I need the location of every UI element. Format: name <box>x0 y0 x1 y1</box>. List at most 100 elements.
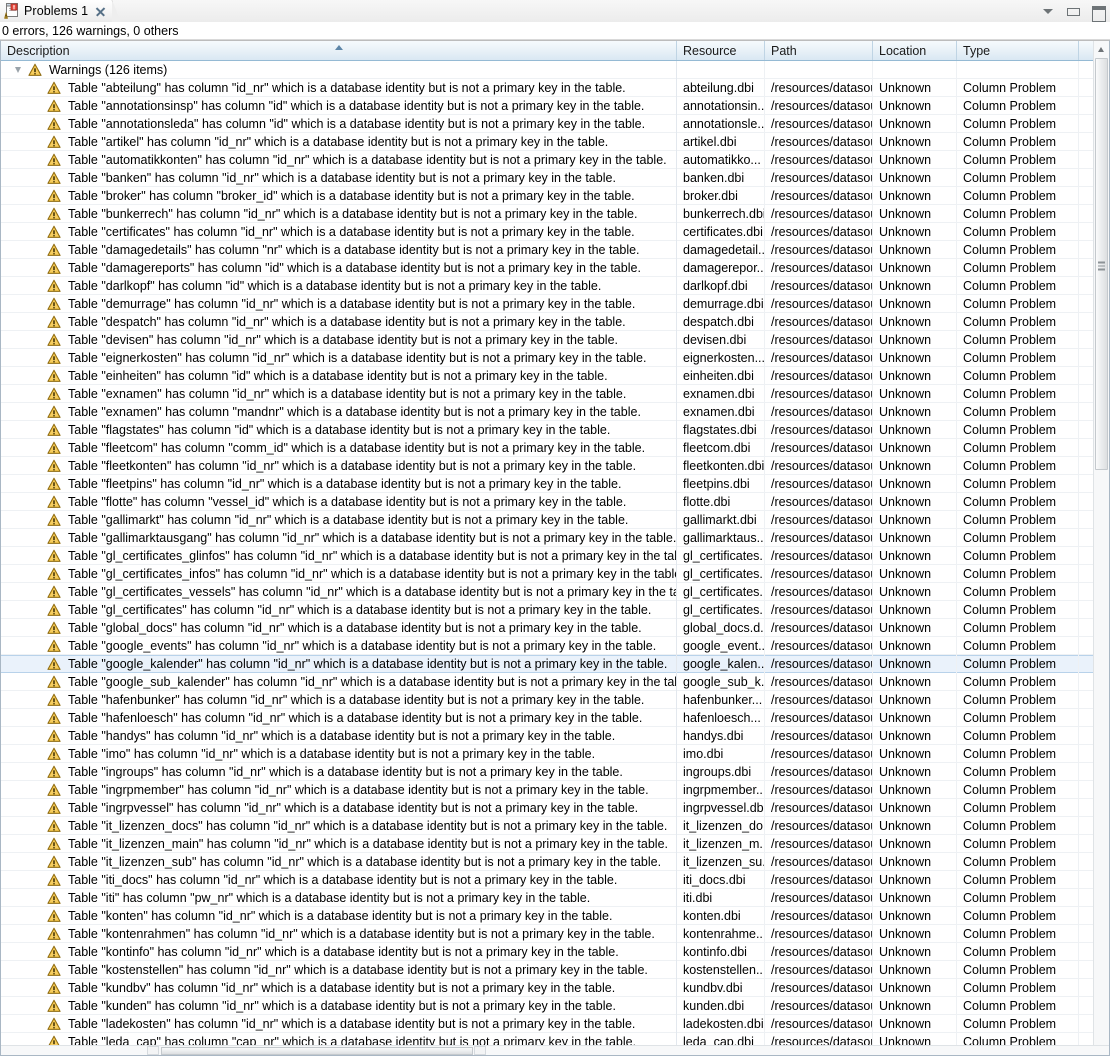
table-row[interactable]: Table "einheiten" has column "id" which … <box>1 366 1109 385</box>
table-row[interactable]: Table "damagedetails" has column "nr" wh… <box>1 240 1109 259</box>
warning-icon <box>47 783 61 797</box>
table-row[interactable]: Table "gl_certificates_infos" has column… <box>1 564 1109 583</box>
table-row[interactable]: Table "it_lizenzen_docs" has column "id_… <box>1 816 1109 835</box>
table-row[interactable]: Table "flotte" has column "vessel_id" wh… <box>1 492 1109 511</box>
cell-type: Column Problem <box>957 240 1079 259</box>
table-row[interactable]: Table "fleetkonten" has column "id_nr" w… <box>1 456 1109 475</box>
cell-description: Table "kostenstellen" has column "id_nr"… <box>1 960 677 979</box>
table-row[interactable]: Table "certificates" has column "id_nr" … <box>1 222 1109 241</box>
expand-collapse-triangle-icon[interactable] <box>15 66 21 73</box>
cell-type: Column Problem <box>957 366 1079 385</box>
cell-resource: eignerkosten.... <box>677 348 765 367</box>
table-row[interactable]: Table "gl_certificates_vessels" has colu… <box>1 582 1109 601</box>
table-row[interactable]: Table "damagereports" has column "id" wh… <box>1 258 1109 277</box>
table-row[interactable]: Table "annotationsleda" has column "id" … <box>1 114 1109 133</box>
table-row[interactable]: Table "gallimarkt" has column "id_nr" wh… <box>1 510 1109 529</box>
column-header-path[interactable]: Path <box>765 41 873 60</box>
group-type-cell <box>957 61 1079 79</box>
table-row[interactable]: Table "devisen" has column "id_nr" which… <box>1 330 1109 349</box>
warning-icon <box>47 243 61 257</box>
table-row[interactable]: Table "hafenloesch" has column "id_nr" w… <box>1 708 1109 727</box>
warning-icon <box>47 279 61 293</box>
vertical-scrollbar[interactable] <box>1093 41 1109 1055</box>
table-row[interactable]: Table "ingroups" has column "id_nr" whic… <box>1 762 1109 781</box>
table-row[interactable]: Table "google_kalender" has column "id_n… <box>1 655 1109 673</box>
cell-type: Column Problem <box>957 762 1079 781</box>
table-row[interactable]: Table "broker" has column "broker_id" wh… <box>1 186 1109 205</box>
table-row[interactable]: Table "artikel" has column "id_nr" which… <box>1 132 1109 151</box>
table-header-row: Description Resource Path Location Type <box>1 41 1109 61</box>
cell-resource: gallimarkt.dbi <box>677 510 765 529</box>
column-header-location[interactable]: Location <box>873 41 957 60</box>
table-row[interactable]: Table "gallimarktausgang" has column "id… <box>1 528 1109 547</box>
table-row[interactable]: Table "handys" has column "id_nr" which … <box>1 726 1109 745</box>
view-menu-chevron-down-icon[interactable] <box>1040 3 1056 19</box>
table-row[interactable]: Table "hafenbunker" has column "id_nr" w… <box>1 690 1109 709</box>
table-row[interactable]: Table "iti" has column "pw_nr" which is … <box>1 888 1109 907</box>
table-row[interactable]: Table "global_docs" has column "id_nr" w… <box>1 618 1109 637</box>
table-row[interactable]: Table "despatch" has column "id_nr" whic… <box>1 312 1109 331</box>
horizontal-scrollbar-left-stop[interactable] <box>147 1046 159 1055</box>
table-row[interactable]: Table "ingrpmember" has column "id_nr" w… <box>1 780 1109 799</box>
tab-problems[interactable]: Problems 1 <box>0 0 122 22</box>
table-row[interactable]: Table "google_sub_kalender" has column "… <box>1 672 1109 691</box>
table-row[interactable]: Table "ingrpvessel" has column "id_nr" w… <box>1 798 1109 817</box>
description-text: Table "flotte" has column "vessel_id" wh… <box>68 494 627 509</box>
warning-icon <box>47 207 61 221</box>
cell-path: /resources/datasou... <box>765 942 873 961</box>
cell-type: Column Problem <box>957 474 1079 493</box>
table-row[interactable]: Table "abteilung" has column "id_nr" whi… <box>1 78 1109 97</box>
warning-icon <box>47 675 61 689</box>
warning-icon <box>47 837 61 851</box>
table-row[interactable]: Table "flagstates" has column "id" which… <box>1 420 1109 439</box>
table-row[interactable]: Table "google_events" has column "id_nr"… <box>1 636 1109 655</box>
close-icon[interactable] <box>95 6 106 17</box>
table-row[interactable]: Table "iti_docs" has column "id_nr" whic… <box>1 870 1109 889</box>
table-row[interactable]: Table "gl_certificates" has column "id_n… <box>1 600 1109 619</box>
cell-type: Column Problem <box>957 582 1079 601</box>
cell-location: Unknown <box>873 978 957 997</box>
table-row[interactable]: Table "konten" has column "id_nr" which … <box>1 906 1109 925</box>
table-row[interactable]: Table "eignerkosten" has column "id_nr" … <box>1 348 1109 367</box>
table-row[interactable]: Table "kontinfo" has column "id_nr" whic… <box>1 942 1109 961</box>
table-row[interactable]: Table "gl_certificates_glinfos" has colu… <box>1 546 1109 565</box>
table-row[interactable]: Table "kostenstellen" has column "id_nr"… <box>1 960 1109 979</box>
table-row[interactable]: Table "it_lizenzen_main" has column "id_… <box>1 834 1109 853</box>
cell-path: /resources/datasou... <box>765 798 873 817</box>
cell-description: Table "google_events" has column "id_nr"… <box>1 636 677 655</box>
horizontal-scrollbar-thumb[interactable] <box>161 1047 473 1055</box>
table-row[interactable]: Table "imo" has column "id_nr" which is … <box>1 744 1109 763</box>
table-row[interactable]: Table "kunden" has column "id_nr" which … <box>1 996 1109 1015</box>
maximize-icon[interactable] <box>1090 3 1106 22</box>
minimize-icon[interactable] <box>1065 3 1081 19</box>
description-text: Table "ingrpmember" has column "id_nr" w… <box>68 782 649 797</box>
cell-type: Column Problem <box>957 655 1079 673</box>
column-header-resource[interactable]: Resource <box>677 41 765 60</box>
horizontal-scrollbar[interactable] <box>1 1045 1109 1055</box>
scroll-up-arrow-icon[interactable] <box>1094 41 1109 57</box>
table-row[interactable]: Table "annotationsinsp" has column "id" … <box>1 96 1109 115</box>
cell-description: Table "broker" has column "broker_id" wh… <box>1 186 677 205</box>
table-group-row-warnings[interactable]: Warnings (126 items) <box>1 61 1109 79</box>
table-row[interactable]: Table "automatikkonten" has column "id_n… <box>1 150 1109 169</box>
warning-icon <box>47 945 61 959</box>
table-row[interactable]: Table "kundbv" has column "id_nr" which … <box>1 978 1109 997</box>
cell-location: Unknown <box>873 276 957 295</box>
table-row[interactable]: Table "exnamen" has column "id_nr" which… <box>1 384 1109 403</box>
horizontal-scrollbar-right-stop[interactable] <box>474 1046 486 1055</box>
column-header-type[interactable]: Type <box>957 41 1079 60</box>
table-row[interactable]: Table "fleetpins" has column "id_nr" whi… <box>1 474 1109 493</box>
table-row[interactable]: Table "ladekosten" has column "id_nr" wh… <box>1 1014 1109 1033</box>
table-row[interactable]: Table "demurrage" has column "id_nr" whi… <box>1 294 1109 313</box>
column-header-description[interactable]: Description <box>1 41 677 60</box>
table-row[interactable]: Table "darlkopf" has column "id" which i… <box>1 276 1109 295</box>
vertical-scrollbar-thumb[interactable] <box>1095 58 1108 470</box>
table-row[interactable]: Table "banken" has column "id_nr" which … <box>1 168 1109 187</box>
table-row[interactable]: Table "fleetcom" has column "comm_id" wh… <box>1 438 1109 457</box>
table-row[interactable]: Table "bunkerrech" has column "id_nr" wh… <box>1 204 1109 223</box>
table-row[interactable]: Table "it_lizenzen_sub" has column "id_n… <box>1 852 1109 871</box>
table-row[interactable]: Table "exnamen" has column "mandnr" whic… <box>1 402 1109 421</box>
cell-resource: google_sub_k... <box>677 672 765 691</box>
table-row[interactable]: Table "kontenrahmen" has column "id_nr" … <box>1 924 1109 943</box>
cell-description: Table "flagstates" has column "id" which… <box>1 420 677 439</box>
